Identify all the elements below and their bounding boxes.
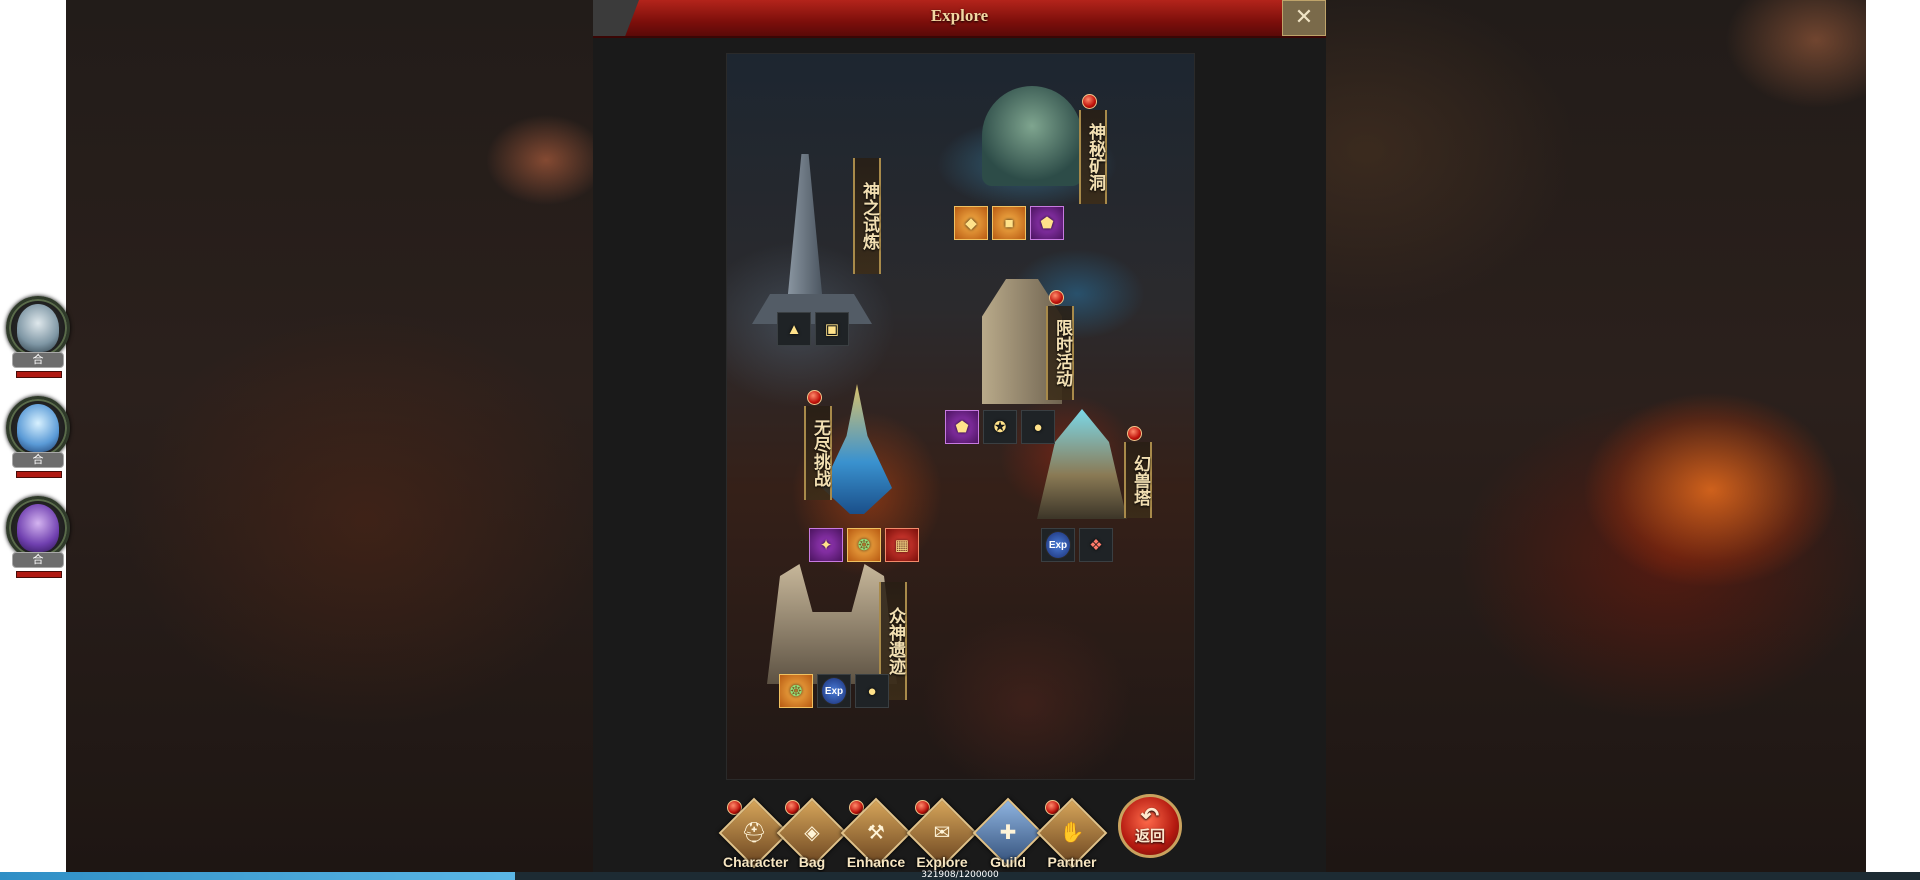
exp-orb-icon[interactable]: Exp [1041,528,1075,562]
nav-bag-button[interactable]: ◈ Bag [776,797,848,872]
notification-dot [1127,426,1142,441]
obelisk-structure [787,154,823,304]
triangle-emblem-icon[interactable]: ▲ [777,312,811,346]
partner-portrait-2[interactable]: 合 [4,390,70,490]
notification-dot [1082,94,1097,109]
gold-crystal-icon[interactable]: ⬟ [1030,206,1064,240]
merge-tag: 合 [12,452,64,468]
bottom-nav: ⛑ Character ◈ Bag ⚒ Enhance ✉ Explore ✚ … [718,790,1203,872]
beast-egg-icon[interactable]: ❖ [1079,528,1113,562]
exp-orb-icon[interactable]: Exp [817,674,851,708]
red-chest-icon[interactable]: ▦ [885,528,919,562]
crystal-spire-structure [822,384,892,514]
location-label-trial[interactable]: 神之试炼 [853,158,881,274]
ruins-statues-structure [767,564,897,684]
location-label-endless[interactable]: 无尽挑战 [804,406,832,500]
nav-character-button[interactable]: ⛑ Character [718,797,790,872]
partner-portrait-sidebar: 合 合 合 [0,290,75,590]
portrait-frame [6,496,70,560]
nav-enhance-button[interactable]: ⚒ Enhance [840,797,912,872]
location-label-beast-tower[interactable]: 幻兽塔 [1124,442,1152,518]
treasure-chest-icon[interactable]: ▣ [815,312,849,346]
partner-health-bar [16,471,62,478]
merge-tag: 合 [12,352,64,368]
return-arrow-icon: ↶ [1140,803,1160,828]
trial-reward-icons: ▲ ▣ [777,312,849,346]
window-title: Explore [930,6,989,25]
title-bar: Explore ✕ [593,0,1326,38]
gold-crystal-icon[interactable]: ⬟ [945,410,979,444]
partner-health-bar [16,571,62,578]
portrait-frame [6,396,70,460]
location-label-event[interactable]: 限时活动 [1046,306,1074,400]
nav-label: Partner [1047,854,1097,870]
partner-portrait-3[interactable]: 合 [4,490,70,590]
return-button[interactable]: ↶ 返回 [1118,794,1182,858]
notification-dot [1049,290,1064,305]
nav-guild-button[interactable]: ✚ Guild [972,797,1044,872]
experience-bar: 321908/1200000 [0,870,1920,880]
nav-label: Character [723,854,789,870]
nav-partner-button[interactable]: ✋ Partner [1036,797,1108,872]
mine-dome-structure [982,86,1082,186]
partner-avatar [17,504,59,552]
exp-orb: Exp [1045,531,1071,559]
nav-label: Enhance [846,854,906,870]
portrait-frame [6,296,70,360]
partner-health-bar [16,371,62,378]
gold-coins-icon[interactable]: ● [855,674,889,708]
event-badge-icon[interactable]: ✪ [983,410,1017,444]
explore-panel: Explore ✕ 神之试炼 ▲ ▣ 神秘矿洞 ◆ ■ ⬟ 限时活动 ⬟ ✪ ●… [593,0,1326,872]
green-gem-icon[interactable]: ❂ [847,528,881,562]
nav-label: Explore [916,854,968,870]
merge-tag: 合 [12,552,64,568]
endless-reward-icons: ✦ ❂ ▦ [809,528,919,562]
location-label-mine[interactable]: 神秘矿洞 [1079,110,1107,204]
partner-avatar [17,304,59,352]
mine-reward-icons: ◆ ■ ⬟ [954,206,1064,240]
ruins-reward-icons: ❂ Exp ● [779,674,889,708]
gift-box-icon[interactable]: ■ [992,206,1026,240]
experience-text: 321908/1200000 [921,870,999,880]
partner-avatar [17,404,59,452]
close-button[interactable]: ✕ [1282,0,1326,36]
skill-book-icon[interactable]: ✦ [809,528,843,562]
partner-portrait-1[interactable]: 合 [4,290,70,390]
notification-dot [807,390,822,405]
green-gem-icon[interactable]: ❂ [779,674,813,708]
nav-label: Guild [990,854,1026,870]
event-reward-icons: ⬟ ✪ ● [945,410,1055,444]
beast-tower-reward-icons: Exp ❖ [1041,528,1113,562]
exp-orb: Exp [821,677,847,705]
explore-map: 神之试炼 ▲ ▣ 神秘矿洞 ◆ ■ ⬟ 限时活动 ⬟ ✪ ● 无尽挑战 ✦ ❂ … [726,53,1195,780]
gold-coins-icon[interactable]: ● [1021,410,1055,444]
close-icon: ✕ [1294,4,1314,29]
orange-ore-icon[interactable]: ◆ [954,206,988,240]
nav-label: Bag [798,854,826,870]
nav-explore-button[interactable]: ✉ Explore [906,797,978,872]
